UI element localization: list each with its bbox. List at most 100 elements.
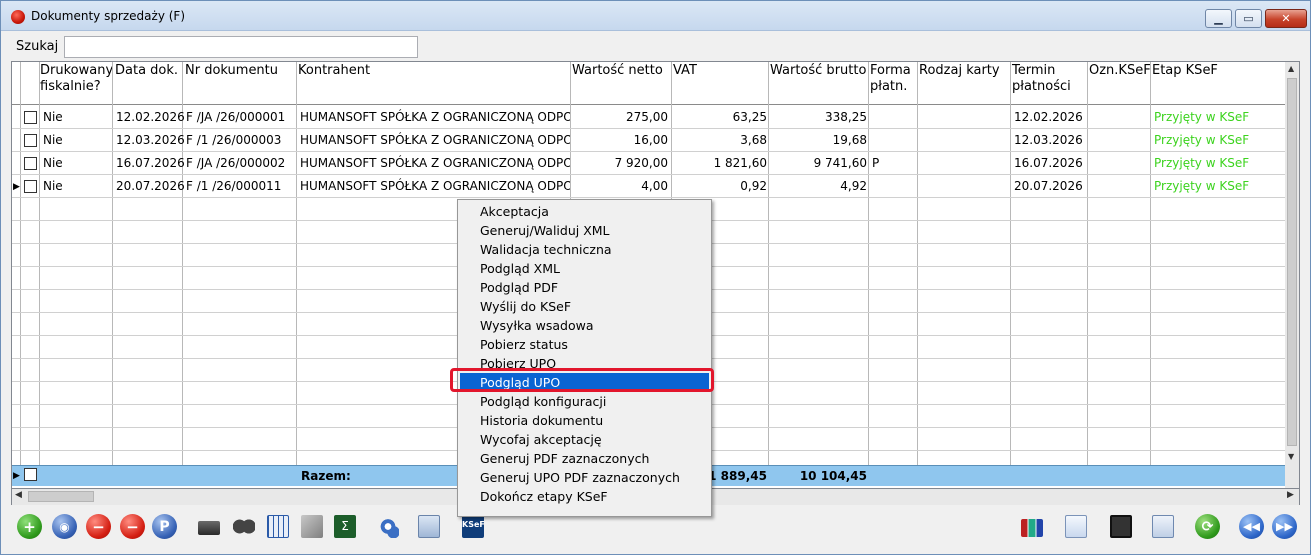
cell-netto[interactable]: 275,00 — [572, 107, 668, 127]
menu-item-wysylka-wsadowa[interactable]: Wysyłka wsadowa — [460, 316, 709, 335]
cell-fiskal[interactable]: Nie — [43, 107, 63, 127]
cell-netto[interactable]: 7 920,00 — [572, 153, 668, 173]
menu-item-wyslij[interactable]: Wyślij do KSeF — [460, 297, 709, 316]
cell-netto[interactable]: 16,00 — [572, 130, 668, 150]
cell-termin[interactable]: 16.07.2026 — [1014, 153, 1083, 173]
menu-item-generuj-xml[interactable]: Generuj/Waliduj XML — [460, 221, 709, 240]
previous-button[interactable]: ◀◀ — [1238, 513, 1264, 541]
delete-checked-button[interactable]: − — [119, 513, 145, 541]
cell-brutto[interactable]: 338,25 — [770, 107, 867, 127]
cell-data[interactable]: 12.02.2026 — [116, 107, 185, 127]
menu-item-generuj-upo-pdf[interactable]: Generuj UPO PDF zaznaczonych — [460, 468, 709, 487]
save-button[interactable] — [1108, 513, 1134, 541]
cell-vat[interactable]: 0,92 — [673, 176, 767, 196]
menu-item-generuj-pdf[interactable]: Generuj PDF zaznaczonych — [460, 449, 709, 468]
cell-forma[interactable]: P — [872, 153, 879, 173]
cell-kontrahent[interactable]: HUMANSOFT SPÓŁKA Z OGRANICZONĄ ODPOW — [300, 107, 570, 127]
cell-fiskal[interactable]: Nie — [43, 153, 63, 173]
cell-kontrahent[interactable]: HUMANSOFT SPÓŁKA Z OGRANICZONĄ ODPOW — [300, 130, 570, 150]
settings-button[interactable] — [375, 513, 401, 541]
refresh-button[interactable]: ⟳ — [1194, 513, 1220, 541]
cell-kontrahent[interactable]: HUMANSOFT SPÓŁKA Z OGRANICZONĄ ODPOW — [300, 153, 570, 173]
row-checkbox[interactable] — [24, 180, 37, 193]
windows-button[interactable] — [1150, 513, 1176, 541]
cell-vat[interactable]: 3,68 — [673, 130, 767, 150]
cell-etap[interactable]: Przyjęty w KSeF — [1154, 130, 1249, 150]
scroll-left-icon[interactable]: ◀ — [15, 490, 22, 500]
cell-fiskal[interactable]: Nie — [43, 130, 63, 150]
col-header-karta[interactable]: Rodzaj karty — [919, 63, 1000, 79]
scroll-down-icon[interactable]: ▼ — [1288, 452, 1294, 461]
row-checkbox[interactable] — [24, 157, 37, 170]
cell-brutto[interactable]: 19,68 — [770, 130, 867, 150]
col-header-vat[interactable]: VAT — [673, 63, 697, 79]
export-button[interactable] — [299, 513, 325, 541]
cell-kontrahent[interactable]: HUMANSOFT SPÓŁKA Z OGRANICZONĄ ODPOW — [300, 176, 570, 196]
window-chart-button[interactable] — [416, 513, 442, 541]
row-checkbox[interactable] — [24, 134, 37, 147]
close-button[interactable]: ✕ — [1265, 9, 1307, 28]
menu-item-dokoncz[interactable]: Dokończ etapy KSeF — [460, 487, 709, 506]
cell-etap[interactable]: Przyjęty w KSeF — [1154, 176, 1249, 196]
col-header-termin[interactable]: Termin płatności — [1012, 63, 1071, 95]
col-header-forma[interactable]: Forma płatn. — [870, 63, 911, 95]
calendar-button[interactable] — [265, 513, 291, 541]
print-button[interactable] — [196, 513, 222, 541]
app-icon — [11, 10, 25, 24]
next-button[interactable]: ▶▶ — [1271, 513, 1297, 541]
col-header-fiskal[interactable]: Drukowany fiskalnie? — [40, 63, 113, 95]
col-header-brutto[interactable]: Wartość brutto — [770, 63, 866, 79]
minimize-button[interactable]: ▁ — [1205, 9, 1232, 28]
cell-nr[interactable]: F /1 /26/000003 — [186, 130, 281, 150]
col-header-ozn[interactable]: Ozn.KSeF — [1089, 63, 1151, 79]
cell-nr[interactable]: F /JA /26/000002 — [186, 153, 285, 173]
horizontal-scroll-thumb[interactable] — [28, 491, 94, 502]
menu-item-pobierz-status[interactable]: Pobierz status — [460, 335, 709, 354]
row-checkbox[interactable] — [24, 111, 37, 124]
cell-termin[interactable]: 20.07.2026 — [1014, 176, 1083, 196]
menu-item-podglad-konfiguracji[interactable]: Podgląd konfiguracji — [460, 392, 709, 411]
cell-brutto[interactable]: 9 741,60 — [770, 153, 867, 173]
cell-nr[interactable]: F /JA /26/000001 — [186, 107, 285, 127]
scroll-up-icon[interactable]: ▲ — [1288, 64, 1294, 73]
menu-item-podglad-pdf[interactable]: Podgląd PDF — [460, 278, 709, 297]
find-button[interactable] — [231, 513, 257, 541]
cell-fiskal[interactable]: Nie — [43, 176, 63, 196]
cell-nr[interactable]: F /1 /26/000011 — [186, 176, 281, 196]
menu-item-walidacja[interactable]: Walidacja techniczna — [460, 240, 709, 259]
col-header-nr[interactable]: Nr dokumentu — [185, 63, 278, 79]
delete-button[interactable]: − — [85, 513, 111, 541]
menu-item-podglad-xml[interactable]: Podgląd XML — [460, 259, 709, 278]
chart-button[interactable] — [1019, 513, 1045, 541]
maximize-button[interactable]: ▭ — [1235, 9, 1262, 28]
add-button[interactable]: + — [16, 513, 42, 541]
search-input[interactable] — [64, 36, 418, 58]
col-header-data[interactable]: Data dok. — [115, 63, 178, 79]
cell-brutto[interactable]: 4,92 — [770, 176, 867, 196]
cell-data[interactable]: 12.03.2026 — [116, 130, 185, 150]
cell-data[interactable]: 16.07.2026 — [116, 153, 185, 173]
scroll-right-icon[interactable]: ▶ — [1287, 490, 1294, 500]
p-button[interactable]: P — [151, 513, 177, 541]
cell-etap[interactable]: Przyjęty w KSeF — [1154, 153, 1249, 173]
menu-item-wycofaj[interactable]: Wycofaj akceptację — [460, 430, 709, 449]
col-header-kontrahent[interactable]: Kontrahent — [298, 63, 370, 79]
cell-termin[interactable]: 12.02.2026 — [1014, 107, 1083, 127]
document-button[interactable] — [1063, 513, 1089, 541]
cell-termin[interactable]: 12.03.2026 — [1014, 130, 1083, 150]
summary-checkbox[interactable] — [24, 468, 37, 481]
vertical-scroll-thumb[interactable] — [1287, 78, 1297, 446]
cell-netto[interactable]: 4,00 — [572, 176, 668, 196]
cell-vat[interactable]: 1 821,60 — [673, 153, 767, 173]
ksef-button[interactable]: KSeF — [460, 513, 486, 541]
col-header-netto[interactable]: Wartość netto — [572, 63, 663, 79]
cell-etap[interactable]: Przyjęty w KSeF — [1154, 107, 1249, 127]
vertical-scrollbar[interactable]: ▲ ▼ — [1285, 62, 1299, 488]
col-header-etap[interactable]: Etap KSeF — [1152, 63, 1218, 79]
preview-button[interactable]: ◉ — [51, 513, 77, 541]
cell-vat[interactable]: 63,25 — [673, 107, 767, 127]
cell-data[interactable]: 20.07.2026 — [116, 176, 185, 196]
sum-button[interactable]: Σ — [332, 513, 358, 541]
menu-item-akceptacja[interactable]: Akceptacja — [460, 202, 709, 221]
menu-item-historia[interactable]: Historia dokumentu — [460, 411, 709, 430]
